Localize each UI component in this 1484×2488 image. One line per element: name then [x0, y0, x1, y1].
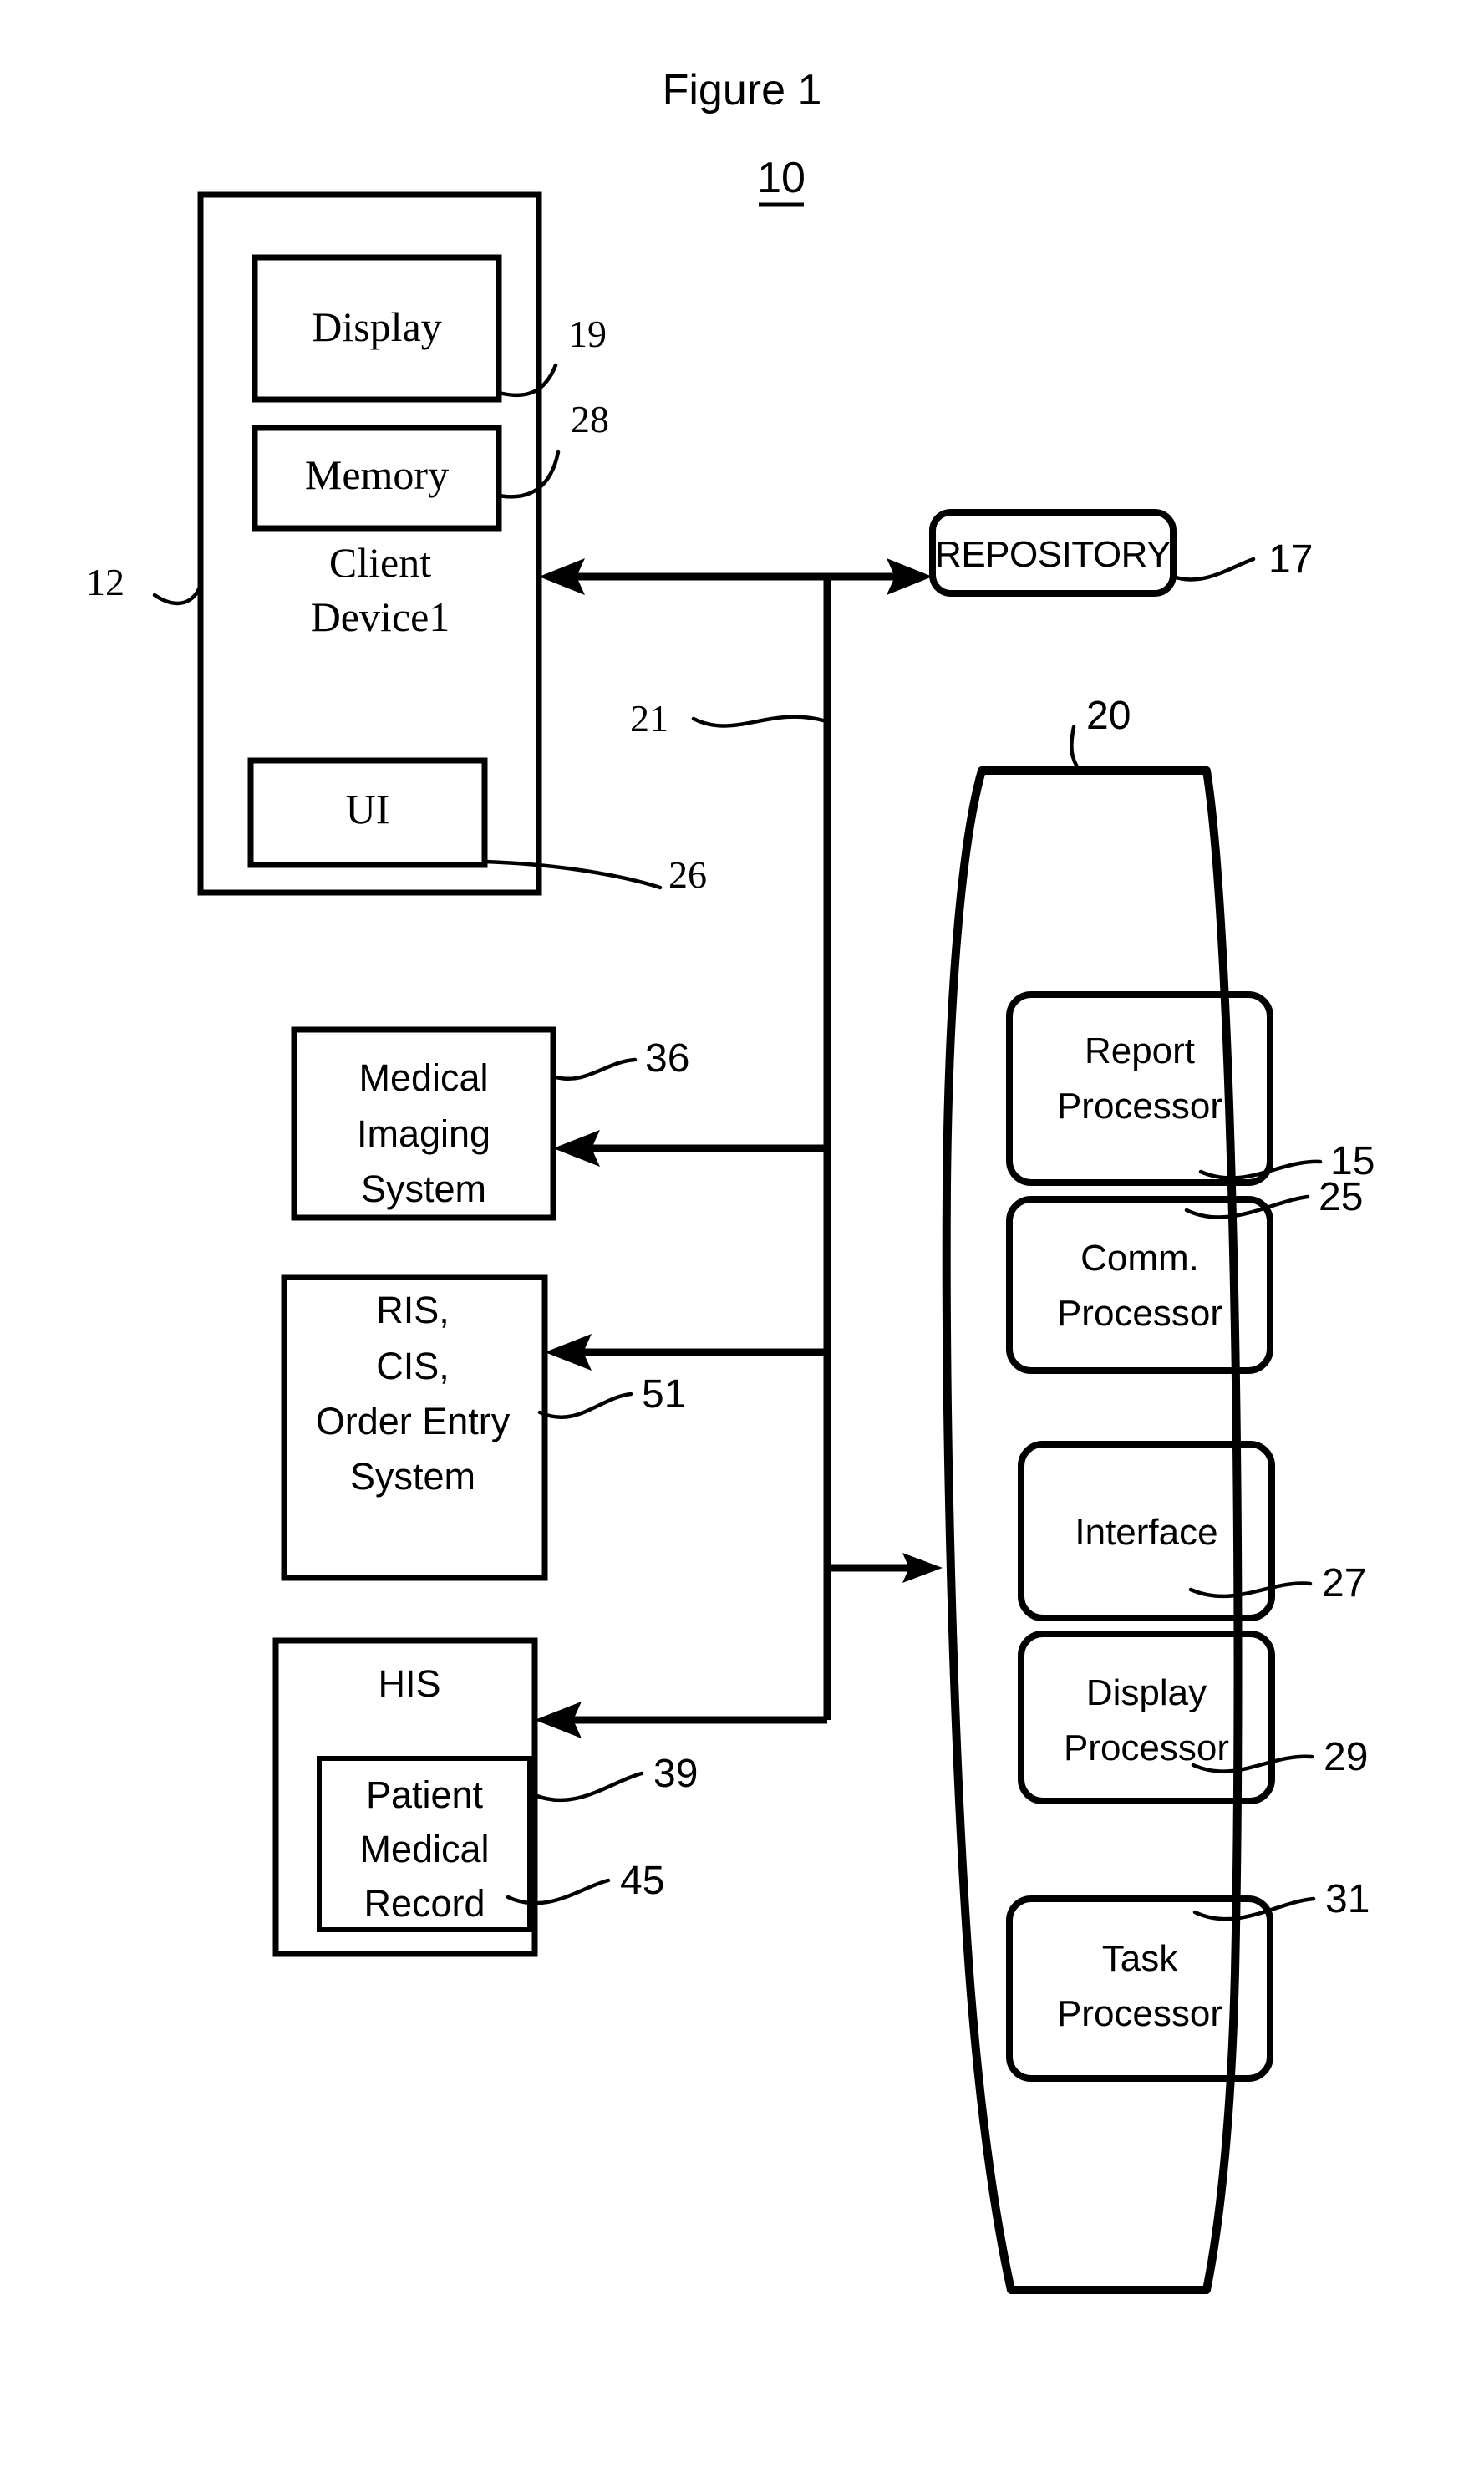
task-processor-ref: 31	[1325, 1877, 1370, 1921]
repository-ref: 17	[1268, 537, 1313, 582]
patient-record-ref: 45	[620, 1859, 664, 1903]
figure-system-ref: 10	[757, 154, 806, 202]
server-ref-leader	[1070, 725, 1082, 773]
memory-label: Memory	[305, 451, 449, 498]
medical-imaging-line2: Imaging	[357, 1112, 490, 1155]
client-device-ref: 12	[86, 561, 125, 603]
patient-record-line3: Record	[363, 1882, 485, 1925]
client-device-ref-leader	[152, 583, 203, 606]
ui-ref: 26	[668, 853, 707, 896]
figure-title: Figure 1	[663, 66, 822, 114]
report-processor-line1: Report	[1085, 1030, 1195, 1071]
patient-record-ref-leader	[506, 1878, 611, 1905]
display-processor-ref: 29	[1324, 1735, 1368, 1779]
display-ref: 19	[568, 313, 607, 355]
order-entry-ref: 51	[642, 1372, 686, 1417]
report-processor-line2: Processor	[1057, 1086, 1222, 1127]
ui-label: UI	[346, 786, 390, 832]
interface-ref: 27	[1322, 1561, 1366, 1605]
task-processor-line1: Task	[1102, 1938, 1178, 1979]
comm-processor-line2: Processor	[1057, 1293, 1222, 1334]
his-ref-leader	[532, 1771, 644, 1803]
medical-imaging-line1: Medical	[358, 1056, 488, 1099]
repository-ref-leader	[1171, 557, 1256, 582]
ui-ref-leader	[482, 859, 663, 890]
order-entry-line1: RIS,	[376, 1289, 450, 1331]
order-entry-line2: CIS,	[376, 1345, 450, 1387]
system-architecture-diagram: Figure 1 10 Display 19 Memory 28 Client …	[86, 66, 1375, 2294]
his-label: HIS	[378, 1662, 440, 1705]
his-ref: 39	[653, 1752, 698, 1796]
client-device-label-line2: Device1	[311, 593, 450, 640]
medical-imaging-line3: System	[361, 1168, 486, 1210]
display-label: Display	[312, 303, 442, 350]
medical-imaging-ref: 36	[645, 1036, 689, 1081]
order-entry-ref-leader	[537, 1392, 633, 1419]
order-entry-line4: System	[350, 1455, 475, 1498]
bus-ref: 21	[630, 697, 668, 740]
bus-ref-leader	[691, 715, 826, 728]
interface-label: Interface	[1075, 1512, 1217, 1553]
repository-label: REPOSITORY	[935, 534, 1171, 575]
medical-imaging-ref-leader	[551, 1057, 638, 1081]
comm-processor-ref: 25	[1319, 1175, 1363, 1219]
memory-ref: 28	[571, 398, 609, 440]
display-processor-line1: Display	[1086, 1672, 1207, 1713]
comm-processor-line1: Comm.	[1080, 1238, 1199, 1279]
figure-canvas: Figure 1 10 Display 19 Memory 28 Client …	[0, 0, 1484, 2488]
patient-record-line2: Medical	[359, 1828, 489, 1870]
interface-ref-leader	[1188, 1581, 1313, 1599]
patient-record-line1: Patient	[366, 1773, 484, 1816]
display-processor-line2: Processor	[1064, 1727, 1229, 1768]
order-entry-line3: Order Entry	[316, 1400, 511, 1442]
client-device-label-line1: Client	[329, 539, 431, 586]
memory-ref-leader	[496, 450, 561, 499]
server-ref: 20	[1086, 694, 1131, 738]
display-ref-leader	[496, 363, 558, 398]
task-processor-line2: Processor	[1057, 1993, 1222, 2034]
